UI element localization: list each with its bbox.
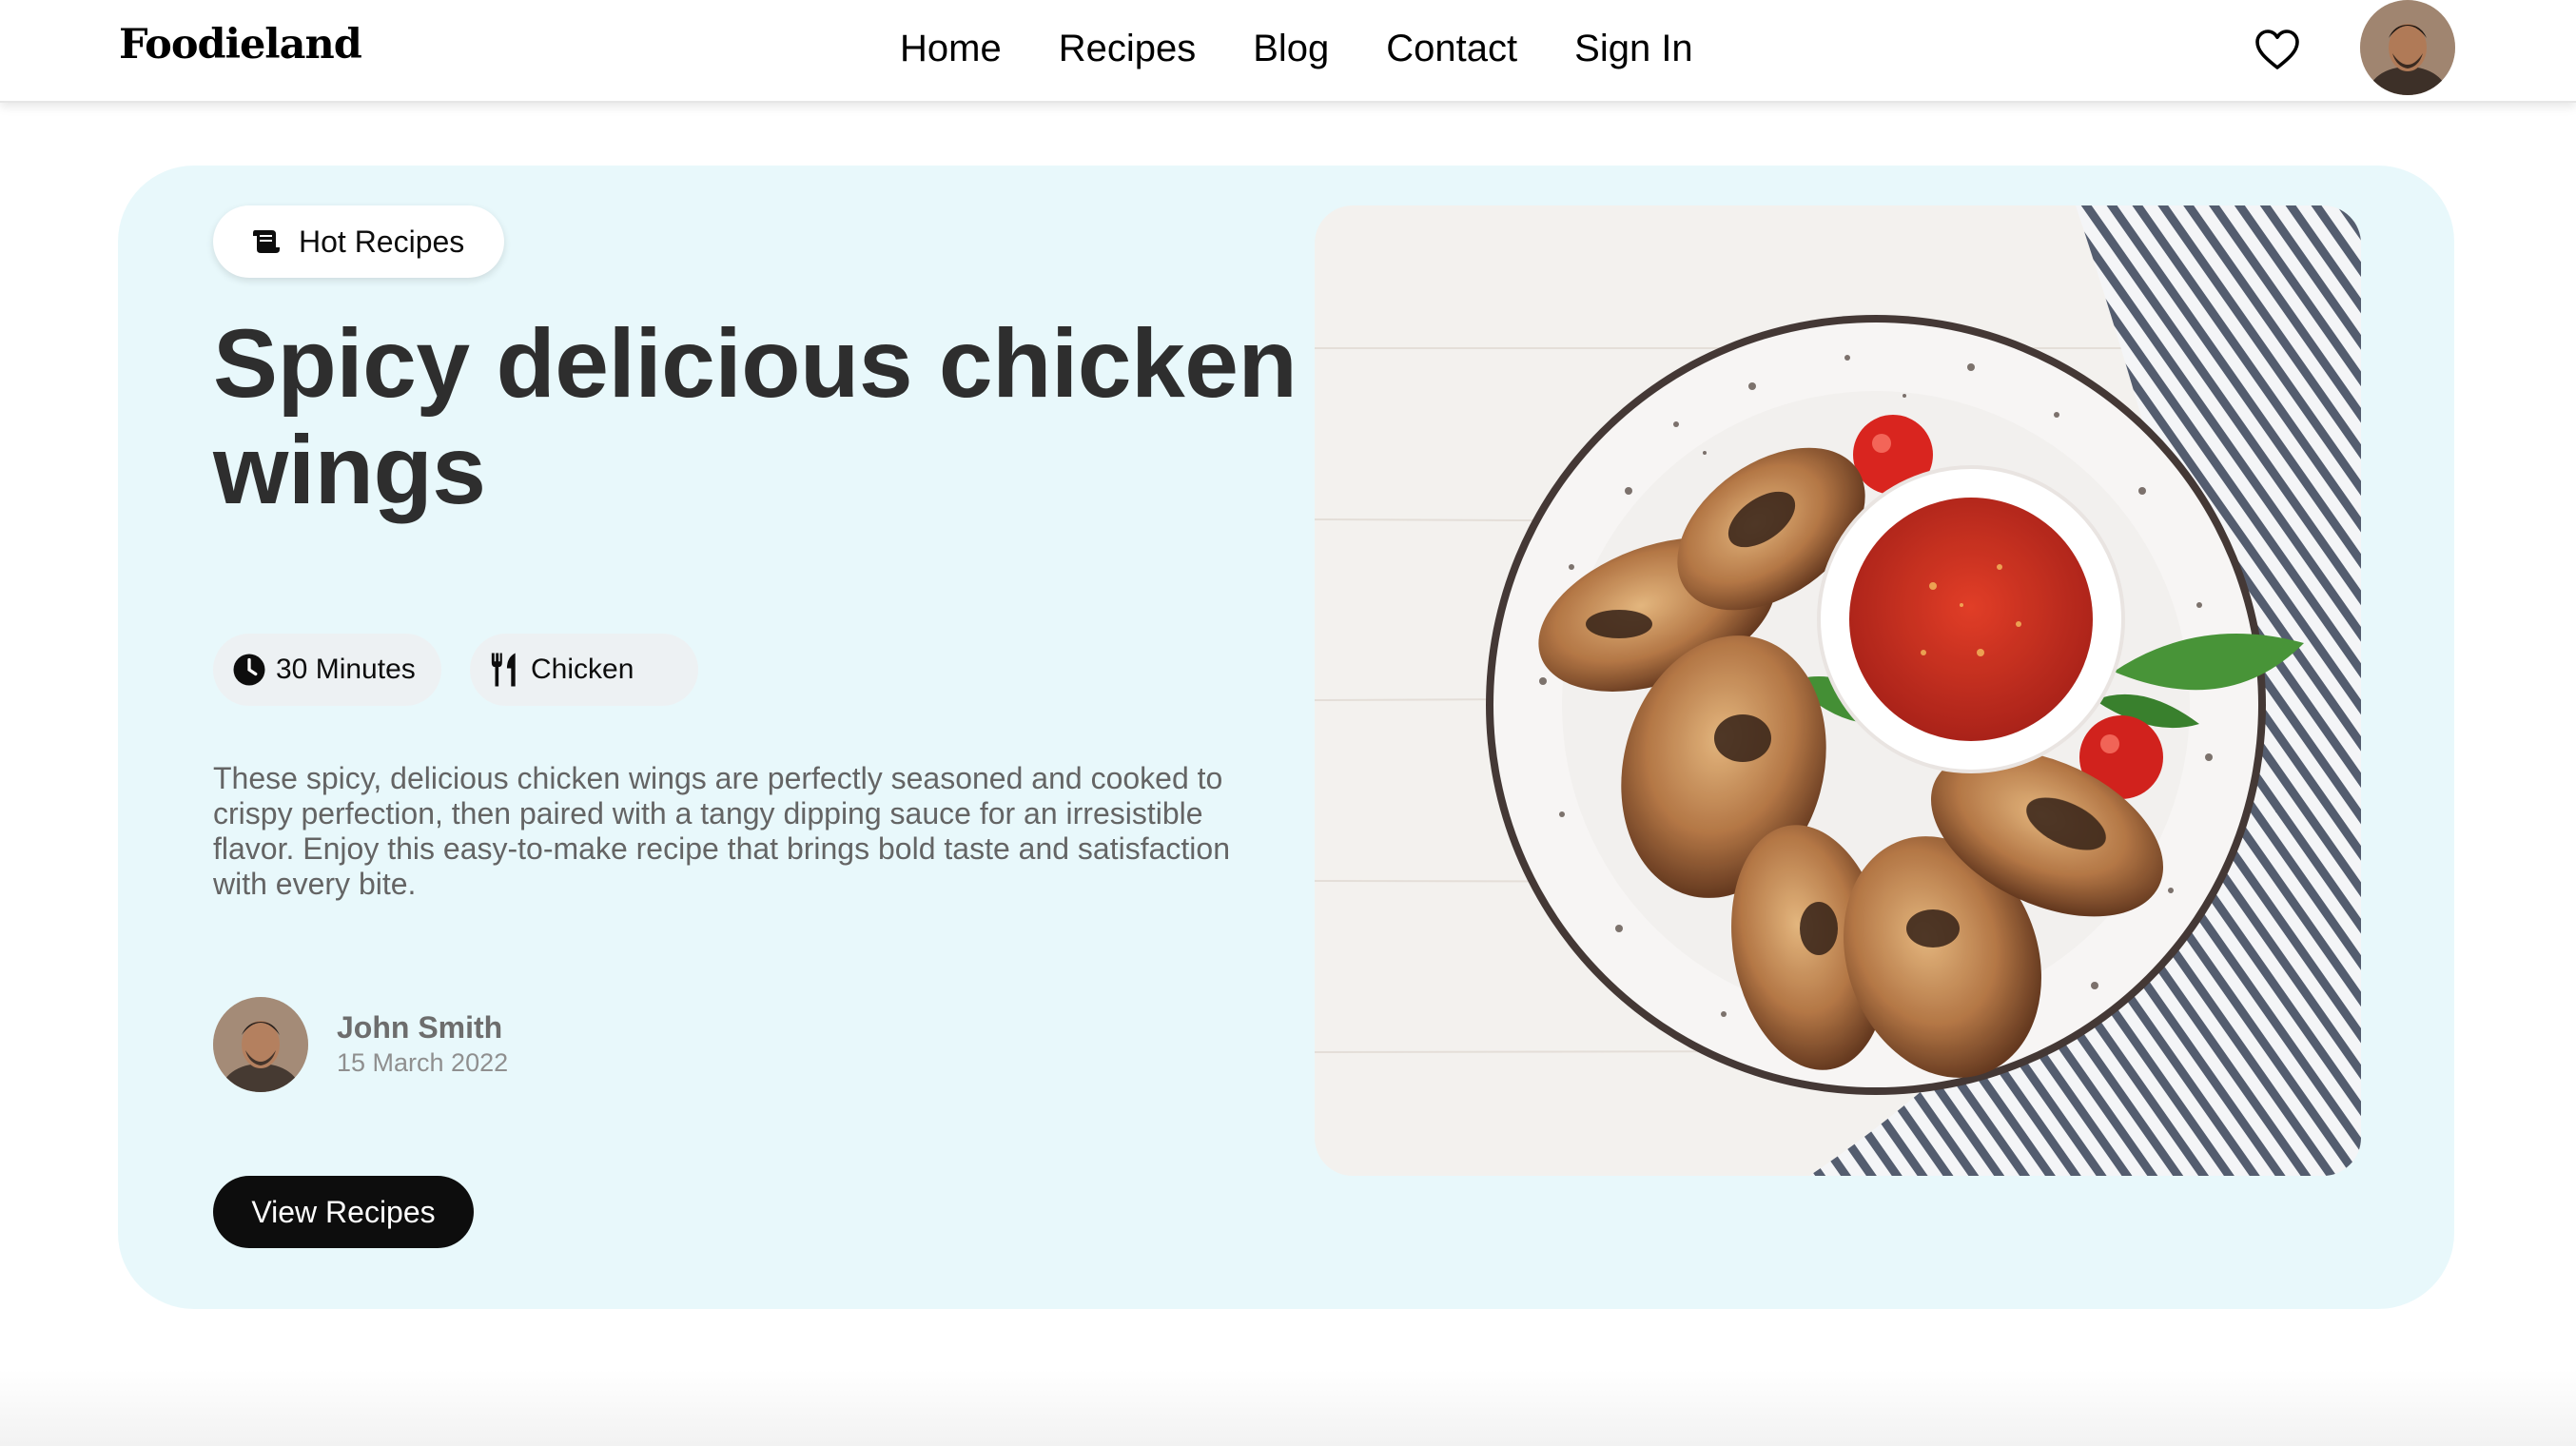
category-chip: Chicken (470, 634, 698, 706)
hot-recipes-label: Hot Recipes (299, 224, 465, 259)
nav-link-home[interactable]: Home (900, 23, 1002, 74)
time-chip: 30 Minutes (213, 634, 441, 706)
clock-icon (233, 654, 265, 686)
avatar[interactable] (2360, 0, 2455, 95)
view-recipes-button[interactable]: View Recipes (213, 1176, 474, 1248)
nav-link-blog[interactable]: Blog (1253, 23, 1329, 74)
category-label: Chicken (531, 654, 634, 685)
recipe-description: These spicy, delicious chicken wings are… (213, 761, 1230, 901)
fork-knife-icon (491, 653, 516, 687)
recipe-title: Spicy delicious chicken wings (213, 309, 1298, 524)
nav-link-recipes[interactable]: Recipes (1059, 23, 1197, 74)
chicken-wings-image (1315, 205, 2361, 1176)
author-avatar (213, 997, 308, 1092)
heart-icon[interactable] (2254, 29, 2300, 70)
time-label: 30 Minutes (276, 654, 416, 685)
page-bottom-fade (0, 1370, 2576, 1446)
author-name: John Smith (337, 1010, 503, 1045)
site-logo[interactable]: Foodieland (119, 21, 362, 68)
hot-recipes-badge: Hot Recipes (213, 205, 504, 278)
nav-link-contact[interactable]: Contact (1386, 23, 1517, 74)
nav-links: Home Recipes Blog Contact Sign In (900, 23, 1693, 74)
post-date: 15 March 2022 (337, 1048, 509, 1077)
top-nav: Foodieland Home Recipes Blog Contact Sig… (0, 0, 2576, 103)
hero-card: Hot Recipes Spicy delicious chicken wing… (118, 166, 2454, 1309)
nav-link-sign-in[interactable]: Sign In (1574, 23, 1693, 74)
paper-scroll-icon (253, 230, 280, 253)
